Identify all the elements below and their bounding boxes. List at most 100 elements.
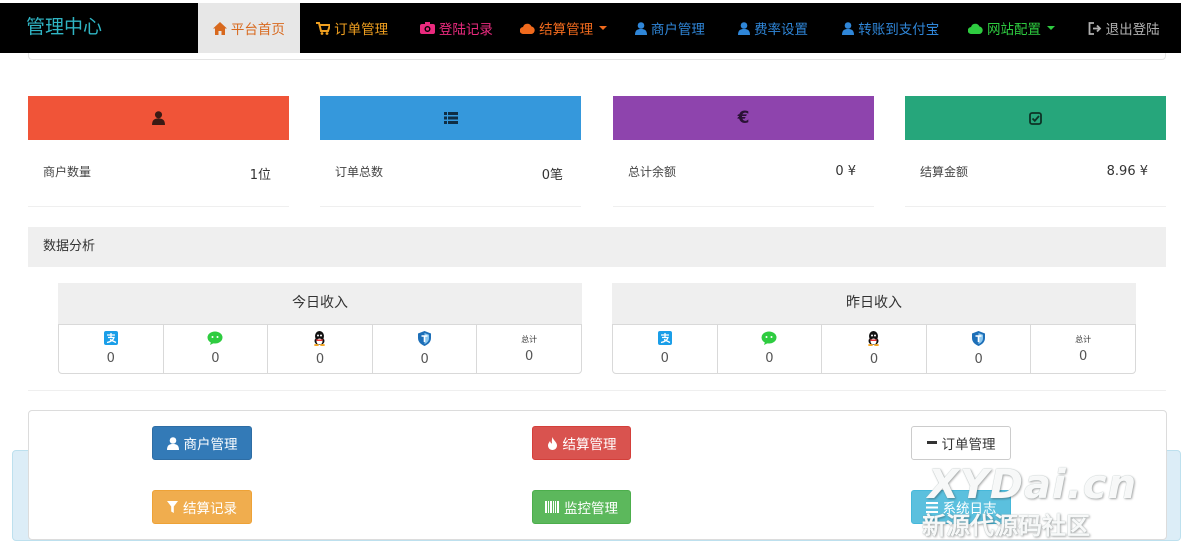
divider [28,390,1166,391]
nav-login-log[interactable]: 登陆记录 [404,3,509,53]
nav-transfer-alipay-label: 转账到支付宝 [858,22,940,38]
income-value: 0 [1079,349,1088,364]
nav-orders[interactable]: 订单管理 [300,3,404,53]
top-panel-edge [28,53,1166,60]
filter-icon [167,501,178,513]
income-value: 0 [211,351,220,366]
stat-card-orders: 订单总数 0笔 [320,96,581,207]
income-value: 0 [525,349,534,364]
settle-manage-label: 结算管理 [562,437,617,453]
stat-card-settled: 结算金额 8.96 ¥ [905,96,1166,207]
user-icon [842,21,855,35]
stat-value: 0 ¥ [835,164,856,179]
shield-icon [972,331,986,346]
cloud-icon [520,23,535,34]
nav-site-config-label: 网站配置 [986,22,1041,38]
wechat-icon [207,331,223,345]
cart-icon [316,21,331,35]
user-icon [166,436,179,450]
stat-label: 订单总数 [335,165,384,179]
order-manage-button[interactable]: 订单管理 [911,426,1011,460]
stat-card-balance: € 总计余额 0 ¥ [613,96,874,207]
total-label: 总计 [1075,335,1092,344]
income-value: 0 [869,352,879,367]
income-value: 0 [420,352,429,367]
list-icon [443,112,458,124]
nav-logout[interactable]: 退出登陆 [1066,3,1181,53]
income-cell-alipay: 0 [612,324,718,374]
euro-icon: € [737,108,750,128]
today-income-panel: 今日收入 0 0 0 0 总计 0 [58,283,582,374]
nav-home-label: 平台首页 [230,22,285,38]
settle-log-label: 结算记录 [183,501,237,517]
watermark: XYDai.cn 新源代源码社区 [920,462,1160,541]
total-label: 总计 [521,335,538,344]
income-cell-qq: 0 [821,324,927,374]
order-manage-label: 订单管理 [941,437,996,453]
income-cell-total: 总计 0 [1030,324,1136,374]
stat-card-header [28,96,289,140]
shield-icon [418,331,432,346]
nav-login-log-label: 登陆记录 [438,22,493,38]
cloud-icon [967,23,983,34]
top-navbar: 管理中心 平台首页 订单管理 登陆记录 结算管理 商户管理 费率设置 转账到支付… [0,3,1181,53]
yesterday-income-panel: 昨日收入 0 0 0 0 总计 0 [612,283,1136,374]
nav-transfer-alipay[interactable]: 转账到支付宝 [825,3,957,53]
watermark-text-bottom: 新源代源码社区 [922,512,1090,540]
nav-rate[interactable]: 费率设置 [721,3,825,53]
stat-value: 8.96 ¥ [1106,164,1148,179]
income-value: 0 [660,351,669,366]
nav-settlement[interactable]: 结算管理 [509,3,619,53]
stat-card-header: € [613,96,874,140]
income-cell-wechat: 0 [716,324,823,374]
income-cell-wechat: 0 [162,324,269,374]
stat-card-merchants: 商户数量 1位 [28,96,289,207]
stat-value: 0笔 [541,168,563,183]
income-cell-tenpay: 0 [925,324,1032,374]
nav-orders-label: 订单管理 [334,22,389,38]
alipay-icon [657,331,672,345]
brand-title[interactable]: 管理中心 [0,3,198,53]
home-icon [212,21,227,35]
nav-merchant-label: 商户管理 [650,22,705,38]
watermark-text-top: XYDai.cn [928,462,1138,508]
alipay-icon [103,331,118,345]
merchant-manage-label: 商户管理 [183,437,238,453]
fire-icon [547,436,558,450]
monitor-manage-button[interactable]: 监控管理 [532,490,631,524]
settle-log-button[interactable]: 结算记录 [152,490,252,524]
nav-logout-label: 退出登陆 [1105,22,1160,38]
stat-value: 1位 [249,168,271,183]
minus-icon [926,441,937,445]
logout-icon [1088,21,1102,35]
barcode-icon [545,501,559,513]
income-cell-qq: 0 [267,324,373,374]
nav-site-config[interactable]: 网站配置 [957,3,1067,53]
nav-settlement-label: 结算管理 [539,22,594,38]
check-square-icon [1029,111,1042,125]
nav-home[interactable]: 平台首页 [197,3,301,53]
qq-icon [313,331,326,346]
chevron-down-icon [599,26,608,30]
wechat-icon [761,331,777,345]
user-icon [152,111,165,125]
income-cell-total: 总计 0 [476,324,582,374]
user-icon [634,21,647,35]
monitor-manage-label: 监控管理 [564,501,618,517]
income-value: 0 [974,352,983,367]
income-cell-alipay: 0 [58,324,164,374]
income-value: 0 [315,352,325,367]
user-icon [738,21,751,35]
settle-manage-button[interactable]: 结算管理 [532,426,631,460]
income-cell-tenpay: 0 [371,324,478,374]
stat-label: 总计余额 [628,165,677,179]
analysis-header: 数据分析 [28,227,1166,267]
stat-label: 结算金额 [920,165,969,179]
merchant-manage-button[interactable]: 商户管理 [152,426,252,460]
nav-merchant[interactable]: 商户管理 [618,3,721,53]
camera-icon [419,22,435,34]
nav-rate-label: 费率设置 [754,22,809,38]
income-value: 0 [106,351,115,366]
stat-card-header [320,96,581,140]
stat-card-header [905,96,1166,140]
